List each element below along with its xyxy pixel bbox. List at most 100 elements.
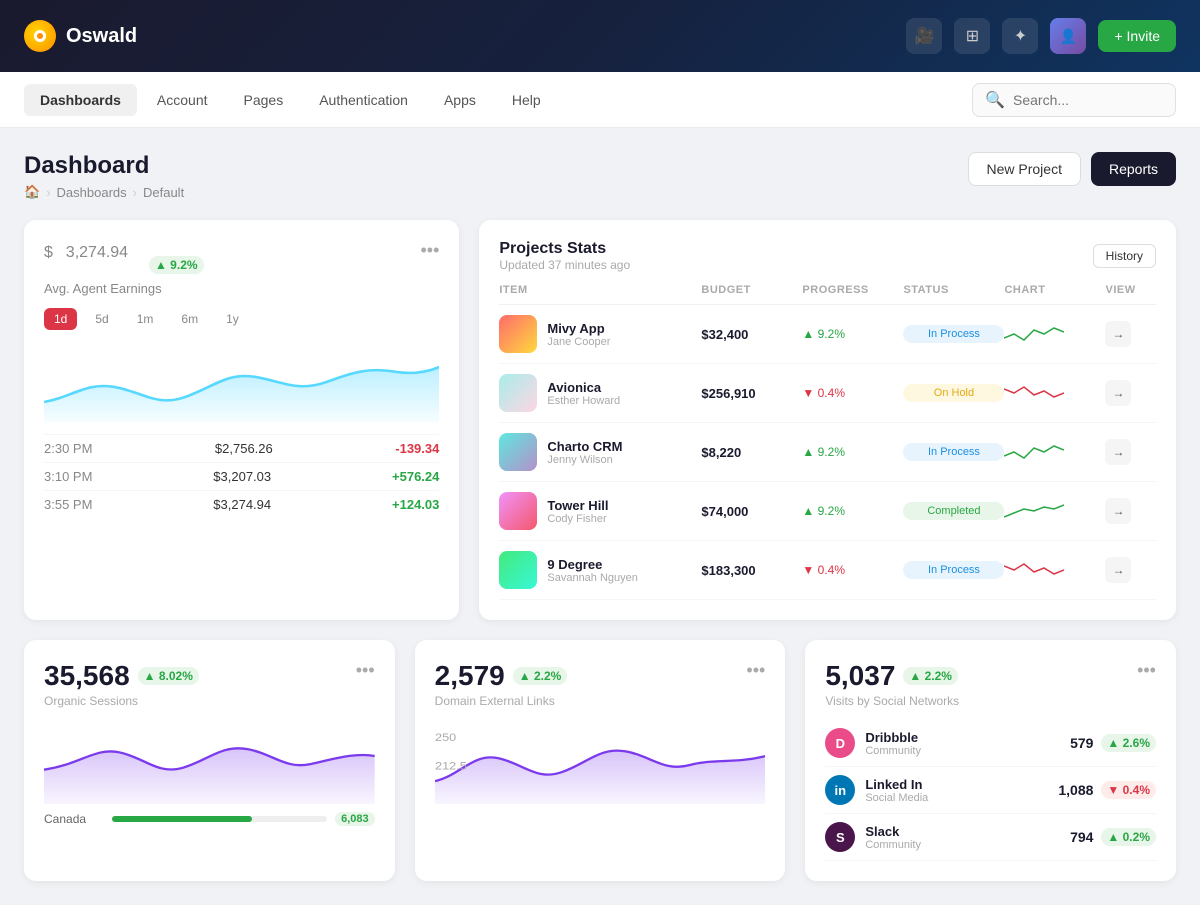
app-name: Oswald — [66, 25, 137, 48]
domain-chart: 250 212.5 — [435, 724, 766, 804]
social-number: 5,037 — [825, 660, 895, 692]
earnings-label: Avg. Agent Earnings — [44, 281, 204, 296]
main-content: Dashboard 🏠 › Dashboards › Default New P… — [0, 128, 1200, 905]
table-head: ITEM BUDGET PROGRESS STATUS CHART VIEW — [499, 276, 1156, 305]
th-item: ITEM — [499, 284, 701, 296]
earnings-badge: ▲ 9.2% — [149, 256, 204, 274]
sparkline-mivy — [1004, 322, 1105, 346]
nav-item-authentication[interactable]: Authentication — [303, 84, 424, 116]
time-tab-1d[interactable]: 1d — [44, 308, 77, 330]
cards-row: $ 3,274.94 ▲ 9.2% Avg. Agent Earnings ••… — [24, 220, 1176, 620]
project-thumb-avionica — [499, 374, 537, 412]
earnings-amount: $ 3,274.94 — [44, 240, 141, 276]
earnings-header: $ 3,274.94 ▲ 9.2% Avg. Agent Earnings ••… — [44, 240, 439, 296]
page-header: Dashboard 🏠 › Dashboards › Default New P… — [24, 152, 1176, 200]
table-row: Charto CRM Jenny Wilson $8,220 ▲ 9.2% In… — [499, 423, 1156, 482]
time-tab-6m[interactable]: 6m — [171, 308, 208, 330]
page-title: Dashboard — [24, 152, 184, 180]
table-row: Avionica Esther Howard $256,910 ▼ 0.4% O… — [499, 364, 1156, 423]
view-btn-charto[interactable]: → — [1105, 439, 1131, 465]
th-progress: PROGRESS — [802, 284, 903, 296]
th-chart: CHART — [1004, 284, 1105, 296]
avatar[interactable]: 👤 — [1050, 18, 1086, 54]
organic-number: 35,568 — [44, 660, 130, 692]
breadcrumb-default: Default — [143, 185, 184, 200]
project-thumb-mivy — [499, 315, 537, 353]
search-icon: 🔍 — [985, 90, 1005, 110]
nav-item-help[interactable]: Help — [496, 84, 557, 116]
domain-more-icon[interactable]: ••• — [746, 660, 765, 681]
project-info-9degree: 9 Degree Savannah Nguyen — [499, 551, 701, 589]
social-item-dribbble: D Dribbble Community 579 ▲ 2.6% — [825, 720, 1156, 767]
social-item-linkedin: in Linked In Social Media 1,088 ▼ 0.4% — [825, 767, 1156, 814]
earnings-card: $ 3,274.94 ▲ 9.2% Avg. Agent Earnings ••… — [24, 220, 459, 620]
project-thumb-tower — [499, 492, 537, 530]
table-row: 9 Degree Savannah Nguyen $183,300 ▼ 0.4%… — [499, 541, 1156, 600]
organic-label: Organic Sessions — [44, 694, 199, 708]
top-right-actions: 🎥 ⊞ ✦ 👤 + Invite — [906, 18, 1176, 54]
share-icon[interactable]: ✦ — [1002, 18, 1038, 54]
map-data: Canada 6,083 — [44, 812, 375, 826]
time-tab-1m[interactable]: 1m — [127, 308, 164, 330]
project-thumb-9degree — [499, 551, 537, 589]
domain-number: 2,579 — [435, 660, 505, 692]
data-row-3: 3:55 PM $3,274.94 +124.03 — [44, 490, 439, 518]
time-tab-5d[interactable]: 5d — [85, 308, 118, 330]
top-bar: Oswald 🎥 ⊞ ✦ 👤 + Invite — [0, 0, 1200, 72]
nav-item-apps[interactable]: Apps — [428, 84, 492, 116]
view-btn-9degree[interactable]: → — [1105, 557, 1131, 583]
dribbble-icon: D — [825, 728, 855, 758]
earnings-info: $ 3,274.94 ▲ 9.2% Avg. Agent Earnings — [44, 240, 204, 296]
sparkline-avionica — [1004, 381, 1105, 405]
earnings-chart — [44, 342, 439, 422]
breadcrumb-dashboards: Dashboards — [57, 185, 127, 200]
linkedin-icon: in — [825, 775, 855, 805]
grid-icon[interactable]: ⊞ — [954, 18, 990, 54]
more-icon[interactable]: ••• — [420, 240, 439, 261]
data-row-1: 2:30 PM $2,756.26 -139.34 — [44, 434, 439, 462]
history-button[interactable]: History — [1093, 244, 1156, 268]
project-info-mivy: Mivy App Jane Cooper — [499, 315, 701, 353]
home-icon: 🏠 — [24, 184, 40, 200]
social-more-icon[interactable]: ••• — [1137, 660, 1156, 681]
nav-bar: Dashboards Account Pages Authentication … — [0, 72, 1200, 128]
social-badge: ▲ 2.2% — [903, 667, 958, 685]
bottom-row: 35,568 ▲ 8.02% Organic Sessions ••• — [24, 640, 1176, 881]
sparkline-9degree — [1004, 558, 1105, 582]
logo-area: Oswald — [24, 20, 137, 52]
nav-item-account[interactable]: Account — [141, 84, 224, 116]
projects-title: Projects Stats — [499, 240, 630, 258]
search-input[interactable] — [1013, 92, 1163, 108]
view-btn-mivy[interactable]: → — [1105, 321, 1131, 347]
search-box: 🔍 — [972, 83, 1176, 117]
social-list: D Dribbble Community 579 ▲ 2.6% in — [825, 720, 1156, 861]
data-rows: 2:30 PM $2,756.26 -139.34 3:10 PM $3,207… — [44, 434, 439, 518]
breadcrumb: 🏠 › Dashboards › Default — [24, 184, 184, 200]
domain-label: Domain External Links — [435, 694, 568, 708]
slack-icon: S — [825, 822, 855, 852]
header-buttons: New Project Reports — [968, 152, 1177, 186]
organic-more-icon[interactable]: ••• — [356, 660, 375, 681]
earnings-amount-row: $ 3,274.94 ▲ 9.2% — [44, 240, 204, 277]
view-btn-tower[interactable]: → — [1105, 498, 1131, 524]
project-info-tower: Tower Hill Cody Fisher — [499, 492, 701, 530]
time-tab-1y[interactable]: 1y — [216, 308, 249, 330]
projects-header: Projects Stats Updated 37 minutes ago Hi… — [499, 240, 1156, 272]
nav-item-dashboards[interactable]: Dashboards — [24, 84, 137, 116]
new-project-button[interactable]: New Project — [968, 152, 1081, 186]
nav-item-pages[interactable]: Pages — [228, 84, 300, 116]
data-row-2: 3:10 PM $3,207.03 +576.24 — [44, 462, 439, 490]
view-btn-avionica[interactable]: → — [1105, 380, 1131, 406]
nav-items: Dashboards Account Pages Authentication … — [24, 84, 557, 116]
camera-icon[interactable]: 🎥 — [906, 18, 942, 54]
currency-symbol: $ — [44, 244, 53, 261]
reports-button[interactable]: Reports — [1091, 152, 1176, 186]
logo-icon — [24, 20, 56, 52]
organic-sessions-card: 35,568 ▲ 8.02% Organic Sessions ••• — [24, 640, 395, 881]
title-area: Dashboard 🏠 › Dashboards › Default — [24, 152, 184, 200]
th-status: STATUS — [903, 284, 1004, 296]
invite-button[interactable]: + Invite — [1098, 20, 1176, 52]
th-budget: BUDGET — [701, 284, 802, 296]
project-thumb-charto — [499, 433, 537, 471]
table-row: Tower Hill Cody Fisher $74,000 ▲ 9.2% Co… — [499, 482, 1156, 541]
